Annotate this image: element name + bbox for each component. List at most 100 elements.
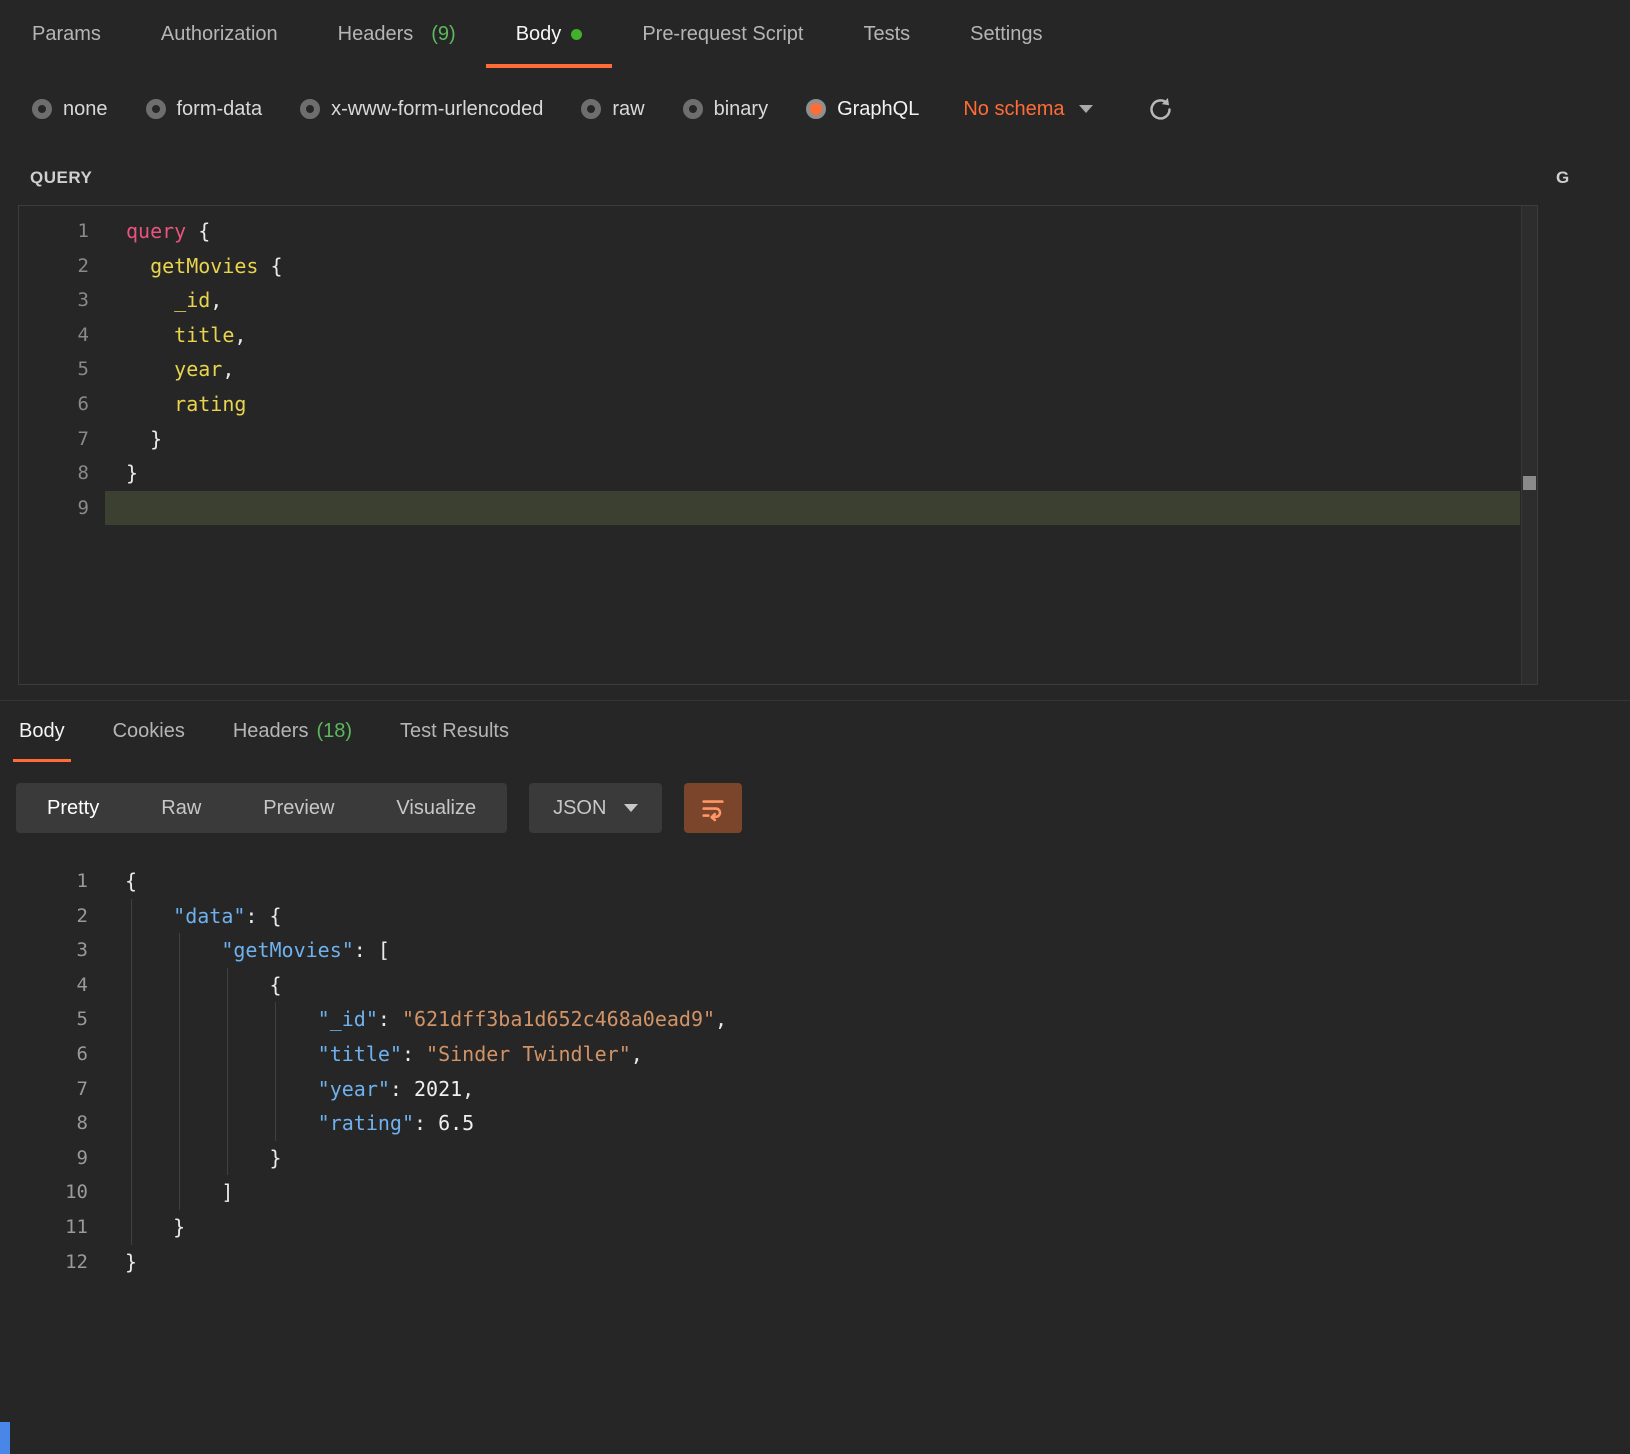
radio-label: none bbox=[63, 98, 108, 121]
radio-label: form-data bbox=[177, 98, 263, 121]
tab-label: Settings bbox=[970, 23, 1042, 46]
headers-count-badge: (9) bbox=[431, 23, 455, 46]
line-number: 2 bbox=[19, 249, 89, 284]
response-line: "data": { bbox=[125, 899, 1592, 934]
tab-label: Headers bbox=[338, 23, 414, 46]
view-pretty-button[interactable]: Pretty bbox=[16, 783, 130, 833]
radio-icon bbox=[581, 99, 601, 119]
response-line: "title": "Sinder Twindler", bbox=[125, 1037, 1592, 1072]
tab-label: Tests bbox=[863, 23, 910, 46]
code-line: query { bbox=[126, 214, 1517, 249]
radio-none[interactable]: none bbox=[32, 98, 108, 121]
line-number: 2 bbox=[18, 899, 88, 934]
refresh-schema-button[interactable] bbox=[1147, 96, 1174, 123]
response-line-numbers: 1 2 3 4 5 6 7 8 9 10 11 12 bbox=[18, 864, 88, 1279]
response-body-viewer: 1 2 3 4 5 6 7 8 9 10 11 12 { "data": { "… bbox=[18, 852, 1612, 1332]
response-line: "rating": 6.5 bbox=[125, 1106, 1592, 1141]
radio-label: GraphQL bbox=[837, 98, 919, 121]
radio-binary[interactable]: binary bbox=[683, 98, 768, 121]
tab-label: Authorization bbox=[161, 23, 278, 46]
line-number: 5 bbox=[19, 352, 89, 387]
line-number: 7 bbox=[19, 422, 89, 457]
postman-request-window: Params Authorization Headers (9) Body Pre… bbox=[0, 0, 1630, 1454]
radio-label: x-www-form-urlencoded bbox=[331, 98, 543, 121]
line-number: 1 bbox=[19, 214, 89, 249]
line-number: 4 bbox=[18, 968, 88, 1003]
line-number: 1 bbox=[18, 864, 88, 899]
radio-selected-icon bbox=[806, 99, 826, 119]
line-number: 8 bbox=[18, 1106, 88, 1141]
line-number: 10 bbox=[18, 1175, 88, 1210]
tab-params[interactable]: Params bbox=[2, 4, 131, 68]
section-divider bbox=[0, 700, 1630, 701]
response-tab-bar: Body Cookies Headers(18) Test Results bbox=[0, 704, 515, 762]
graphql-query-editor[interactable]: 1 2 3 4 5 6 7 8 9 query { getMovies { _i… bbox=[18, 205, 1538, 685]
wrap-text-icon bbox=[699, 794, 727, 822]
tab-label: Body bbox=[19, 720, 65, 743]
editor-code: query { getMovies { _id, title, year, ra… bbox=[126, 214, 1517, 525]
chevron-down-icon bbox=[1079, 105, 1093, 113]
response-headers-count-badge: (18) bbox=[316, 720, 352, 743]
refresh-icon bbox=[1147, 96, 1174, 123]
wrap-lines-button[interactable] bbox=[684, 783, 742, 833]
tab-response-cookies[interactable]: Cookies bbox=[107, 704, 191, 762]
response-code: { "data": { "getMovies": [ { "_id": "621… bbox=[125, 864, 1592, 1279]
view-label: Pretty bbox=[47, 797, 99, 820]
body-mode-selector: none form-data x-www-form-urlencoded raw… bbox=[0, 82, 1174, 136]
schema-dropdown-value: No schema bbox=[963, 98, 1064, 121]
response-line: ] bbox=[125, 1175, 1592, 1210]
response-line: } bbox=[125, 1245, 1592, 1280]
tab-body[interactable]: Body bbox=[486, 4, 613, 68]
tab-headers[interactable]: Headers (9) bbox=[308, 4, 486, 68]
radio-icon bbox=[32, 99, 52, 119]
radio-form-data[interactable]: form-data bbox=[146, 98, 263, 121]
chevron-down-icon bbox=[624, 804, 638, 812]
code-line: getMovies { bbox=[126, 249, 1517, 284]
code-line: } bbox=[126, 422, 1517, 457]
line-number: 9 bbox=[18, 1141, 88, 1176]
tab-settings[interactable]: Settings bbox=[940, 4, 1072, 68]
radio-graphql[interactable]: GraphQL bbox=[806, 98, 919, 121]
radio-label: binary bbox=[714, 98, 768, 121]
tab-response-body[interactable]: Body bbox=[13, 704, 71, 762]
view-label: Preview bbox=[263, 797, 334, 820]
radio-label: raw bbox=[612, 98, 644, 121]
radio-icon bbox=[146, 99, 166, 119]
view-raw-button[interactable]: Raw bbox=[130, 783, 232, 833]
code-line: rating bbox=[126, 387, 1517, 422]
body-modified-dot-icon bbox=[571, 29, 582, 40]
tab-response-headers[interactable]: Headers(18) bbox=[227, 704, 358, 762]
code-line: _id, bbox=[126, 283, 1517, 318]
view-visualize-button[interactable]: Visualize bbox=[365, 783, 507, 833]
line-number: 7 bbox=[18, 1072, 88, 1107]
line-number: 4 bbox=[19, 318, 89, 353]
editor-scrollbar-thumb[interactable] bbox=[1523, 476, 1536, 490]
response-line: } bbox=[125, 1141, 1592, 1176]
view-preview-button[interactable]: Preview bbox=[232, 783, 365, 833]
response-view-switcher: Pretty Raw Preview Visualize bbox=[16, 783, 507, 833]
response-line: { bbox=[125, 864, 1592, 899]
line-number: 5 bbox=[18, 1002, 88, 1037]
line-number: 6 bbox=[19, 387, 89, 422]
tab-authorization[interactable]: Authorization bbox=[131, 4, 308, 68]
editor-scrollbar[interactable] bbox=[1521, 206, 1537, 684]
tab-label: Cookies bbox=[113, 720, 185, 743]
line-number: 3 bbox=[18, 933, 88, 968]
tab-response-test-results[interactable]: Test Results bbox=[394, 704, 515, 762]
radio-x-www-form-urlencoded[interactable]: x-www-form-urlencoded bbox=[300, 98, 543, 121]
line-number: 8 bbox=[19, 456, 89, 491]
response-line: { bbox=[125, 968, 1592, 1003]
tab-tests[interactable]: Tests bbox=[833, 4, 940, 68]
code-line: year, bbox=[126, 352, 1517, 387]
query-section-title: QUERY bbox=[30, 168, 92, 188]
radio-raw[interactable]: raw bbox=[581, 98, 644, 121]
view-label: Visualize bbox=[396, 797, 476, 820]
response-toolbar: Pretty Raw Preview Visualize JSON bbox=[16, 783, 742, 833]
bottom-left-blue-accent bbox=[0, 1422, 10, 1454]
code-line: } bbox=[126, 456, 1517, 491]
schema-dropdown[interactable]: No schema bbox=[963, 98, 1092, 121]
tab-label: Body bbox=[516, 23, 562, 46]
line-number: 3 bbox=[19, 283, 89, 318]
tab-pre-request-script[interactable]: Pre-request Script bbox=[612, 4, 833, 68]
response-format-dropdown[interactable]: JSON bbox=[529, 783, 662, 833]
